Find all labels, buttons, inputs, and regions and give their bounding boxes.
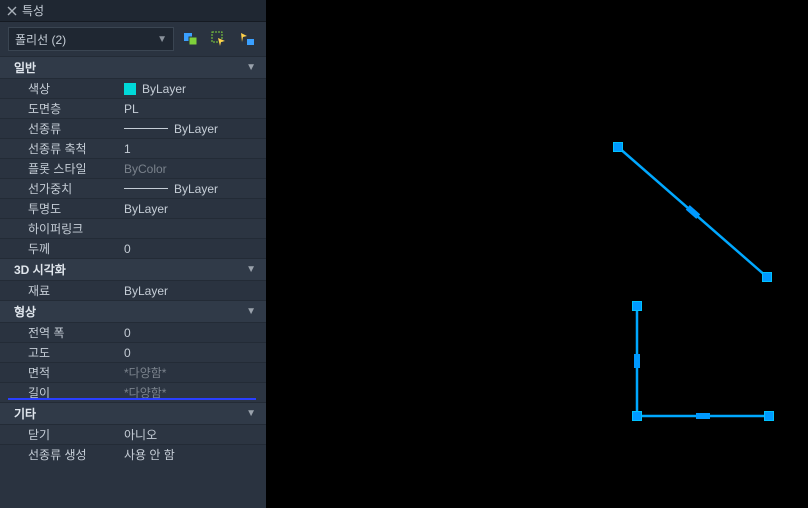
property-label: 색상 bbox=[28, 80, 124, 97]
property-value[interactable]: *다양함* bbox=[124, 364, 266, 381]
property-value[interactable]: 0 bbox=[124, 326, 266, 340]
property-label: 전역 폭 bbox=[28, 324, 124, 341]
grip-midpoint[interactable] bbox=[634, 354, 640, 368]
collapse-icon: ▼ bbox=[246, 264, 256, 275]
grip-endpoint[interactable] bbox=[762, 272, 772, 282]
property-label: 재료 bbox=[28, 282, 124, 299]
grip-endpoint[interactable] bbox=[632, 301, 642, 311]
drawing-viewport[interactable] bbox=[266, 0, 808, 508]
property-value[interactable]: ByLayer bbox=[124, 122, 266, 136]
property-label: 선가중치 bbox=[28, 180, 124, 197]
property-value[interactable]: ByLayer bbox=[124, 82, 266, 96]
property-label: 선종류 생성 bbox=[28, 446, 124, 463]
chevron-down-icon: ▼ bbox=[157, 34, 167, 45]
panel-title: 특성 bbox=[22, 2, 44, 19]
panel-titlebar: 특성 bbox=[0, 0, 266, 22]
property-label: 하이퍼링크 bbox=[28, 220, 124, 237]
object-type-value: 폴리선 (2) bbox=[15, 31, 66, 48]
section-header-geom[interactable]: 형상 ▼ bbox=[0, 300, 266, 322]
object-type-dropdown[interactable]: 폴리선 (2) ▼ bbox=[8, 27, 174, 51]
property-label: 면적 bbox=[28, 364, 124, 381]
panel-toolbar: 폴리선 (2) ▼ bbox=[0, 22, 266, 56]
property-row-plot[interactable]: 플롯 스타일ByColor bbox=[0, 158, 266, 178]
property-label: 선종류 bbox=[28, 120, 124, 137]
property-row-closed[interactable]: 닫기아니오 bbox=[0, 424, 266, 444]
property-row-ltscale[interactable]: 선종류 축척1 bbox=[0, 138, 266, 158]
property-value[interactable]: 1 bbox=[124, 142, 266, 156]
property-value[interactable]: ByColor bbox=[124, 162, 266, 176]
property-label: 두께 bbox=[28, 240, 124, 257]
collapse-icon: ▼ bbox=[246, 408, 256, 419]
property-value[interactable]: 사용 안 함 bbox=[124, 446, 266, 463]
property-row-mat[interactable]: 재료ByLayer bbox=[0, 280, 266, 300]
property-label: 고도 bbox=[28, 344, 124, 361]
property-label: 도면층 bbox=[28, 100, 124, 117]
property-row-hyper[interactable]: 하이퍼링크 bbox=[0, 218, 266, 238]
property-label: 투명도 bbox=[28, 200, 124, 217]
property-label: 플롯 스타일 bbox=[28, 160, 124, 177]
collapse-icon: ▼ bbox=[246, 306, 256, 317]
grip-endpoint[interactable] bbox=[632, 411, 642, 421]
property-row-elev[interactable]: 고도0 bbox=[0, 342, 266, 362]
property-row-ltype[interactable]: 선종류ByLayer bbox=[0, 118, 266, 138]
property-value[interactable]: ByLayer bbox=[124, 202, 266, 216]
grip-midpoint[interactable] bbox=[696, 413, 710, 419]
section-title: 형상 bbox=[14, 303, 36, 320]
property-row-transp[interactable]: 투명도ByLayer bbox=[0, 198, 266, 218]
property-value[interactable]: 0 bbox=[124, 346, 266, 360]
property-row-gwidth[interactable]: 전역 폭0 bbox=[0, 322, 266, 342]
property-label: 선종류 축척 bbox=[28, 140, 124, 157]
section-header-misc[interactable]: 기타 ▼ bbox=[0, 402, 266, 424]
section-header-viz3d[interactable]: 3D 시각화 ▼ bbox=[0, 258, 266, 280]
property-value[interactable]: ByLayer bbox=[124, 182, 266, 196]
section-title: 일반 bbox=[14, 59, 36, 76]
polyline[interactable] bbox=[637, 306, 769, 416]
drawing-canvas bbox=[266, 0, 808, 508]
color-swatch bbox=[124, 83, 136, 95]
property-value[interactable]: 0 bbox=[124, 242, 266, 256]
property-row-ltgen[interactable]: 선종류 생성사용 안 함 bbox=[0, 444, 266, 464]
property-sections: 일반▼색상ByLayer도면층PL선종류ByLayer선종류 축척1플롯 스타일… bbox=[0, 56, 266, 464]
section-header-general[interactable]: 일반 ▼ bbox=[0, 56, 266, 78]
property-row-area[interactable]: 면적*다양함* bbox=[0, 362, 266, 382]
property-row-lweight[interactable]: 선가중치ByLayer bbox=[0, 178, 266, 198]
collapse-icon: ▼ bbox=[246, 62, 256, 73]
grip-endpoint[interactable] bbox=[764, 411, 774, 421]
properties-panel: 특성 폴리선 (2) ▼ 일반▼색상ByLayer도면층PL선종류ByLayer… bbox=[0, 0, 266, 508]
property-row-thick[interactable]: 두께0 bbox=[0, 238, 266, 258]
property-label: 닫기 bbox=[28, 426, 124, 443]
close-icon[interactable] bbox=[6, 5, 18, 17]
property-row-layer[interactable]: 도면층PL bbox=[0, 98, 266, 118]
toggle-value-icon[interactable] bbox=[236, 28, 258, 50]
property-row-color[interactable]: 색상ByLayer bbox=[0, 78, 266, 98]
annotation-underline bbox=[8, 398, 256, 400]
grip-endpoint[interactable] bbox=[613, 142, 623, 152]
property-value[interactable]: 아니오 bbox=[124, 426, 266, 443]
section-title: 기타 bbox=[14, 405, 36, 422]
quick-select-icon[interactable] bbox=[208, 28, 230, 50]
pip-icon[interactable] bbox=[180, 28, 202, 50]
section-title: 3D 시각화 bbox=[14, 261, 66, 278]
property-value[interactable]: PL bbox=[124, 102, 266, 116]
property-value[interactable]: ByLayer bbox=[124, 284, 266, 298]
